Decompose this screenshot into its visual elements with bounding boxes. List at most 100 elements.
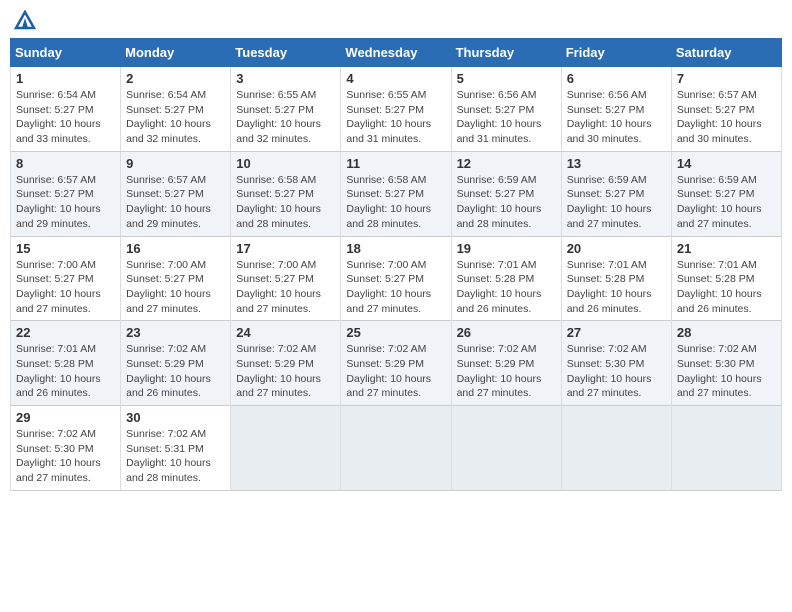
day-info: Sunrise: 7:02 AM Sunset: 5:30 PM Dayligh… xyxy=(16,427,115,486)
day-number: 3 xyxy=(236,71,335,86)
day-header-friday: Friday xyxy=(561,39,671,67)
calendar-cell: 29 Sunrise: 7:02 AM Sunset: 5:30 PM Dayli… xyxy=(11,406,121,491)
day-number: 25 xyxy=(346,325,445,340)
calendar-cell xyxy=(451,406,561,491)
day-number: 4 xyxy=(346,71,445,86)
day-number: 22 xyxy=(16,325,115,340)
calendar-cell: 4 Sunrise: 6:55 AM Sunset: 5:27 PM Daylig… xyxy=(341,67,451,152)
day-number: 7 xyxy=(677,71,776,86)
day-number: 18 xyxy=(346,241,445,256)
week-row-3: 15 Sunrise: 7:00 AM Sunset: 5:27 PM Dayli… xyxy=(11,236,782,321)
calendar-cell: 16 Sunrise: 7:00 AM Sunset: 5:27 PM Dayli… xyxy=(121,236,231,321)
week-row-2: 8 Sunrise: 6:57 AM Sunset: 5:27 PM Daylig… xyxy=(11,151,782,236)
calendar-cell: 30 Sunrise: 7:02 AM Sunset: 5:31 PM Dayli… xyxy=(121,406,231,491)
day-info: Sunrise: 6:55 AM Sunset: 5:27 PM Dayligh… xyxy=(346,88,445,147)
calendar-cell: 6 Sunrise: 6:56 AM Sunset: 5:27 PM Daylig… xyxy=(561,67,671,152)
calendar-cell: 1 Sunrise: 6:54 AM Sunset: 5:27 PM Daylig… xyxy=(11,67,121,152)
day-number: 13 xyxy=(567,156,666,171)
calendar-table: SundayMondayTuesdayWednesdayThursdayFrid… xyxy=(10,38,782,491)
day-info: Sunrise: 6:59 AM Sunset: 5:27 PM Dayligh… xyxy=(677,173,776,232)
day-info: Sunrise: 7:02 AM Sunset: 5:29 PM Dayligh… xyxy=(346,342,445,401)
day-number: 17 xyxy=(236,241,335,256)
day-info: Sunrise: 7:00 AM Sunset: 5:27 PM Dayligh… xyxy=(126,258,225,317)
day-info: Sunrise: 7:02 AM Sunset: 5:29 PM Dayligh… xyxy=(236,342,335,401)
calendar-cell: 12Sunrise: 6:59 AM Sunset: 5:27 PM Dayli… xyxy=(451,151,561,236)
header xyxy=(10,10,782,30)
day-info: Sunrise: 7:00 AM Sunset: 5:27 PM Dayligh… xyxy=(346,258,445,317)
calendar-cell: 22 Sunrise: 7:01 AM Sunset: 5:28 PM Dayli… xyxy=(11,321,121,406)
calendar-cell: 7 Sunrise: 6:57 AM Sunset: 5:27 PM Daylig… xyxy=(671,67,781,152)
logo-icon xyxy=(14,10,36,30)
day-header-saturday: Saturday xyxy=(671,39,781,67)
day-info: Sunrise: 6:56 AM Sunset: 5:27 PM Dayligh… xyxy=(567,88,666,147)
day-number: 9 xyxy=(126,156,225,171)
week-row-4: 22 Sunrise: 7:01 AM Sunset: 5:28 PM Dayli… xyxy=(11,321,782,406)
day-number: 2 xyxy=(126,71,225,86)
calendar-cell: 14 Sunrise: 6:59 AM Sunset: 5:27 PM Dayli… xyxy=(671,151,781,236)
day-number: 24 xyxy=(236,325,335,340)
day-info: Sunrise: 7:02 AM Sunset: 5:29 PM Dayligh… xyxy=(126,342,225,401)
day-info: Sunrise: 6:57 AM Sunset: 5:27 PM Dayligh… xyxy=(16,173,115,232)
day-info: Sunrise: 7:02 AM Sunset: 5:29 PM Dayligh… xyxy=(457,342,556,401)
calendar-cell: 23 Sunrise: 7:02 AM Sunset: 5:29 PM Dayli… xyxy=(121,321,231,406)
day-info: Sunrise: 6:57 AM Sunset: 5:27 PM Dayligh… xyxy=(126,173,225,232)
day-number: 29 xyxy=(16,410,115,425)
day-number: 28 xyxy=(677,325,776,340)
day-info: Sunrise: 7:01 AM Sunset: 5:28 PM Dayligh… xyxy=(567,258,666,317)
day-info: Sunrise: 7:02 AM Sunset: 5:30 PM Dayligh… xyxy=(677,342,776,401)
day-number: 23 xyxy=(126,325,225,340)
day-header-sunday: Sunday xyxy=(11,39,121,67)
day-number: 19 xyxy=(457,241,556,256)
day-header-wednesday: Wednesday xyxy=(341,39,451,67)
calendar-cell: 15 Sunrise: 7:00 AM Sunset: 5:27 PM Dayli… xyxy=(11,236,121,321)
calendar-cell: 28 Sunrise: 7:02 AM Sunset: 5:30 PM Dayli… xyxy=(671,321,781,406)
day-info: Sunrise: 6:54 AM Sunset: 5:27 PM Dayligh… xyxy=(126,88,225,147)
calendar-cell: 8 Sunrise: 6:57 AM Sunset: 5:27 PM Daylig… xyxy=(11,151,121,236)
day-info: Sunrise: 7:01 AM Sunset: 5:28 PM Dayligh… xyxy=(677,258,776,317)
day-info: Sunrise: 7:00 AM Sunset: 5:27 PM Dayligh… xyxy=(236,258,335,317)
day-info: Sunrise: 6:56 AM Sunset: 5:27 PM Dayligh… xyxy=(457,88,556,147)
day-info: Sunrise: 7:02 AM Sunset: 5:31 PM Dayligh… xyxy=(126,427,225,486)
calendar-cell xyxy=(341,406,451,491)
day-info: Sunrise: 6:59 AM Sunset: 5:27 PM Dayligh… xyxy=(457,173,556,232)
week-row-1: 1 Sunrise: 6:54 AM Sunset: 5:27 PM Daylig… xyxy=(11,67,782,152)
day-info: Sunrise: 6:54 AM Sunset: 5:27 PM Dayligh… xyxy=(16,88,115,147)
calendar-cell: 5 Sunrise: 6:56 AM Sunset: 5:27 PM Daylig… xyxy=(451,67,561,152)
day-number: 5 xyxy=(457,71,556,86)
calendar-cell xyxy=(561,406,671,491)
calendar-cell: 9 Sunrise: 6:57 AM Sunset: 5:27 PM Daylig… xyxy=(121,151,231,236)
day-header-tuesday: Tuesday xyxy=(231,39,341,67)
calendar-cell: 26 Sunrise: 7:02 AM Sunset: 5:29 PM Dayli… xyxy=(451,321,561,406)
day-number: 26 xyxy=(457,325,556,340)
day-info: Sunrise: 7:02 AM Sunset: 5:30 PM Dayligh… xyxy=(567,342,666,401)
calendar-cell: 3Sunrise: 6:55 AM Sunset: 5:27 PM Daylig… xyxy=(231,67,341,152)
day-info: Sunrise: 7:00 AM Sunset: 5:27 PM Dayligh… xyxy=(16,258,115,317)
day-info: Sunrise: 6:59 AM Sunset: 5:27 PM Dayligh… xyxy=(567,173,666,232)
calendar-cell: 20 Sunrise: 7:01 AM Sunset: 5:28 PM Dayli… xyxy=(561,236,671,321)
calendar-cell: 11Sunrise: 6:58 AM Sunset: 5:27 PM Dayli… xyxy=(341,151,451,236)
week-row-5: 29 Sunrise: 7:02 AM Sunset: 5:30 PM Dayli… xyxy=(11,406,782,491)
day-info: Sunrise: 7:01 AM Sunset: 5:28 PM Dayligh… xyxy=(16,342,115,401)
day-number: 14 xyxy=(677,156,776,171)
day-info: Sunrise: 6:57 AM Sunset: 5:27 PM Dayligh… xyxy=(677,88,776,147)
calendar-cell xyxy=(671,406,781,491)
day-number: 10 xyxy=(236,156,335,171)
day-info: Sunrise: 6:58 AM Sunset: 5:27 PM Dayligh… xyxy=(236,173,335,232)
day-info: Sunrise: 6:58 AM Sunset: 5:27 PM Dayligh… xyxy=(346,173,445,232)
day-header-thursday: Thursday xyxy=(451,39,561,67)
day-number: 30 xyxy=(126,410,225,425)
day-number: 20 xyxy=(567,241,666,256)
calendar-cell: 17 Sunrise: 7:00 AM Sunset: 5:27 PM Dayli… xyxy=(231,236,341,321)
day-number: 8 xyxy=(16,156,115,171)
calendar-cell: 27Sunrise: 7:02 AM Sunset: 5:30 PM Dayli… xyxy=(561,321,671,406)
calendar-cell: 13 Sunrise: 6:59 AM Sunset: 5:27 PM Dayli… xyxy=(561,151,671,236)
day-number: 15 xyxy=(16,241,115,256)
day-header-monday: Monday xyxy=(121,39,231,67)
days-header-row: SundayMondayTuesdayWednesdayThursdayFrid… xyxy=(11,39,782,67)
calendar-cell: 2 Sunrise: 6:54 AM Sunset: 5:27 PM Daylig… xyxy=(121,67,231,152)
day-number: 1 xyxy=(16,71,115,86)
calendar-cell: 24 Sunrise: 7:02 AM Sunset: 5:29 PM Dayli… xyxy=(231,321,341,406)
day-number: 16 xyxy=(126,241,225,256)
day-number: 6 xyxy=(567,71,666,86)
logo xyxy=(14,10,40,30)
